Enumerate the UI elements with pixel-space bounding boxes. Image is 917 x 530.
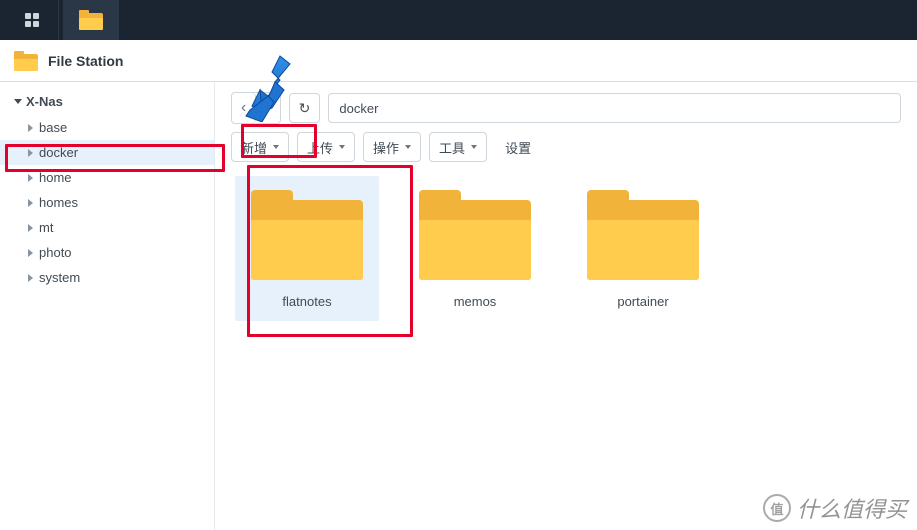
folder-icon <box>251 190 363 280</box>
action-toolbar: 新增 上传 操作 工具 设置 <box>231 132 901 162</box>
folder-item-memos[interactable]: memos <box>403 176 547 321</box>
window-header: File Station <box>0 40 917 82</box>
settings-button-label: 设置 <box>505 138 531 157</box>
content-pane: ‹ › ↻ 新增 上传 操作 工具 设置 <box>215 82 917 530</box>
app-title: File Station <box>48 53 123 69</box>
tree-item-label: photo <box>39 245 72 260</box>
settings-button[interactable]: 设置 <box>495 132 541 162</box>
taskbar-apps-button[interactable] <box>6 0 58 40</box>
folder-item-flatnotes[interactable]: flatnotes <box>235 176 379 321</box>
folder-label: flatnotes <box>239 294 375 309</box>
nav-back-forward-group: ‹ › <box>231 92 281 124</box>
chevron-right-icon <box>28 274 33 282</box>
tree-item-base[interactable]: base <box>0 115 214 140</box>
chevron-right-icon <box>28 224 33 232</box>
tree-item-label: home <box>39 170 72 185</box>
chevron-right-icon <box>28 149 33 157</box>
dropdown-caret-icon <box>405 145 411 149</box>
tree-item-docker[interactable]: docker <box>0 140 214 165</box>
new-button[interactable]: 新增 <box>231 132 289 162</box>
sidebar-tree: X-Nas base docker home homes mt photo s <box>0 82 215 530</box>
action-button-label: 操作 <box>373 138 399 157</box>
dropdown-caret-icon <box>471 145 477 149</box>
folder-label: memos <box>407 294 543 309</box>
folder-icon <box>419 190 531 280</box>
tree-root-node[interactable]: X-Nas <box>0 88 214 115</box>
tree-item-label: base <box>39 120 67 135</box>
watermark-badge: 值 <box>763 494 791 522</box>
path-input[interactable] <box>328 93 901 123</box>
action-button[interactable]: 操作 <box>363 132 421 162</box>
tree-item-label: docker <box>39 145 78 160</box>
apps-grid-icon <box>25 13 39 27</box>
main-layout: X-Nas base docker home homes mt photo s <box>0 82 917 530</box>
taskbar-separator <box>58 0 59 40</box>
tools-button-label: 工具 <box>439 138 465 157</box>
watermark-text: 什么值得买 <box>797 492 907 524</box>
upload-button[interactable]: 上传 <box>297 132 355 162</box>
watermark: 值 什么值得买 <box>763 492 907 524</box>
chevron-left-icon: ‹ <box>241 100 246 116</box>
tree-item-label: homes <box>39 195 78 210</box>
folder-label: portainer <box>575 294 711 309</box>
dropdown-caret-icon <box>339 145 345 149</box>
chevron-right-icon <box>28 174 33 182</box>
new-button-label: 新增 <box>241 138 267 157</box>
chevron-right-icon <box>28 124 33 132</box>
folder-icon <box>587 190 699 280</box>
tree-item-label: system <box>39 270 80 285</box>
upload-button-label: 上传 <box>307 138 333 157</box>
folder-item-portainer[interactable]: portainer <box>571 176 715 321</box>
tree-item-mt[interactable]: mt <box>0 215 214 240</box>
nav-back-button[interactable]: ‹ <box>232 93 256 123</box>
app-icon <box>14 51 38 71</box>
tree-item-system[interactable]: system <box>0 265 214 290</box>
chevron-down-icon <box>14 99 22 104</box>
taskbar-file-station-button[interactable] <box>63 0 119 40</box>
chevron-right-icon <box>28 199 33 207</box>
tree-item-photo[interactable]: photo <box>0 240 214 265</box>
tree-root-label: X-Nas <box>26 94 63 109</box>
nav-forward-button[interactable]: › <box>256 93 279 123</box>
tree-item-label: mt <box>39 220 53 235</box>
nav-toolbar: ‹ › ↻ <box>231 92 901 124</box>
tools-button[interactable]: 工具 <box>429 132 487 162</box>
os-taskbar <box>0 0 917 40</box>
chevron-right-icon <box>28 249 33 257</box>
nav-refresh-button[interactable]: ↻ <box>289 93 321 123</box>
file-grid: flatnotes memos portainer <box>231 176 901 321</box>
refresh-icon: ↻ <box>299 100 311 117</box>
dropdown-caret-icon <box>273 145 279 149</box>
tree-item-homes[interactable]: homes <box>0 190 214 215</box>
chevron-right-icon: › <box>265 100 270 116</box>
tree-item-home[interactable]: home <box>0 165 214 190</box>
folder-icon <box>79 10 103 30</box>
